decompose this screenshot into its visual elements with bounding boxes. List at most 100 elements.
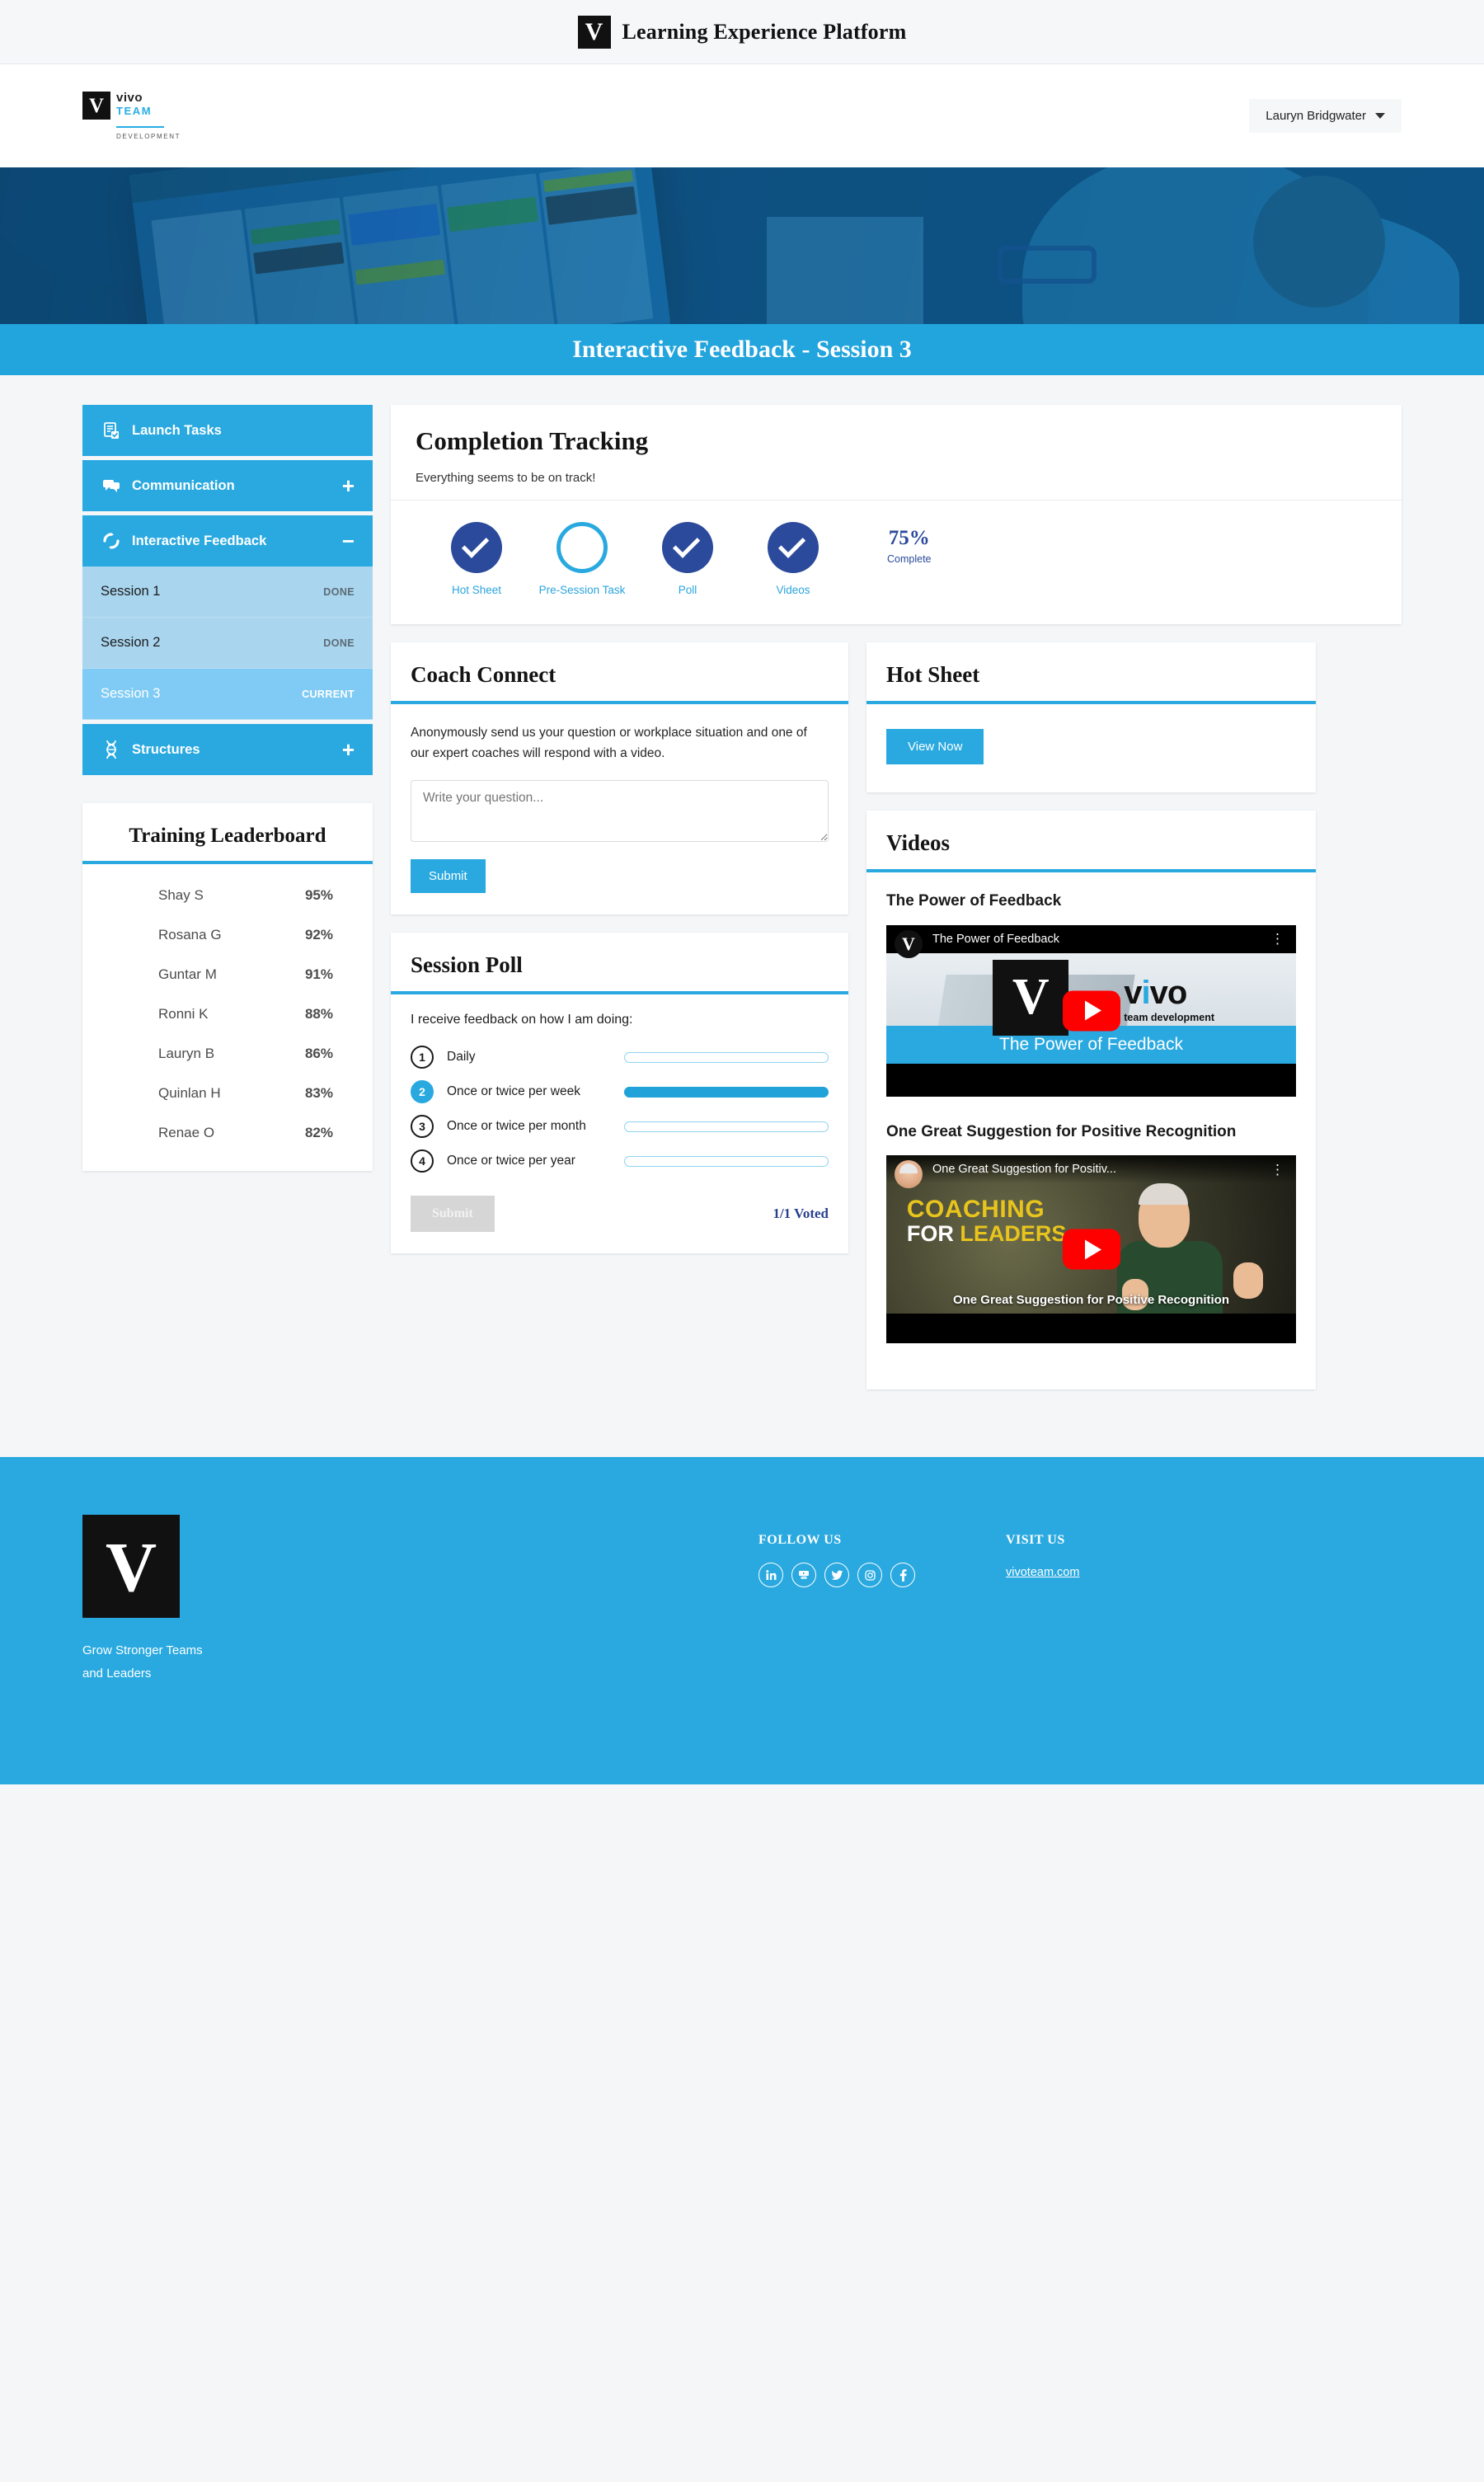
site-header: V vivo TEAM DEVELOPMENT Lauryn Bridgwate…	[0, 64, 1484, 167]
coach-connect-title: Coach Connect	[411, 662, 556, 687]
poll-option-bar	[624, 1121, 829, 1132]
list-item: Shay S 95%	[82, 876, 373, 915]
poll-option-label: Daily	[447, 1050, 476, 1065]
sidebar-toggle-sign: +	[341, 473, 355, 498]
poll-option-1[interactable]: 1 Daily	[411, 1046, 829, 1069]
overlay-line-2-yellow: LEADERS	[960, 1220, 1067, 1246]
completion-steps: Hot Sheet Pre-Session Task Poll Videos 7…	[391, 501, 1402, 624]
session-poll-card: Session Poll I receive feedback on how I…	[391, 933, 848, 1254]
facebook-icon[interactable]	[890, 1563, 915, 1588]
poll-option-bar	[624, 1086, 829, 1098]
footer-follow-column: FOLLOW US Tube	[758, 1515, 915, 1685]
empty-circle-icon	[556, 522, 608, 573]
coach-connect-submit-button[interactable]: Submit	[411, 859, 486, 894]
completion-step-hot-sheet[interactable]: Hot Sheet	[424, 522, 529, 596]
list-item: Lauryn B 86%	[82, 1034, 373, 1074]
site-footer: V Grow Stronger Teams and Leaders FOLLOW…	[0, 1457, 1484, 1784]
kebab-menu-icon[interactable]: ⋮	[1270, 932, 1284, 946]
poll-submit-button: Submit	[411, 1196, 495, 1233]
check-circle-icon	[451, 522, 502, 573]
hot-sheet-body: View Now	[866, 704, 1316, 792]
step-label: Hot Sheet	[451, 584, 502, 596]
footer-visit-column: VISIT US vivoteam.com	[1006, 1515, 1079, 1685]
list-item: Ronni K 88%	[82, 994, 373, 1034]
hot-sheet-view-now-button[interactable]: View Now	[886, 729, 984, 764]
youtube-play-icon[interactable]	[1062, 1229, 1120, 1270]
completion-header: Completion Tracking	[391, 405, 1402, 456]
sidebar-item-interactive-feedback[interactable]: Interactive Feedback −	[82, 515, 373, 566]
completion-percent-block: 75% Complete	[887, 522, 932, 565]
poll-voted-count: 1/1 Voted	[773, 1206, 829, 1222]
leaderboard-name: Rosana G	[158, 927, 222, 943]
sidebar-item-launch-tasks[interactable]: Launch Tasks	[82, 405, 373, 456]
middle-column: Coach Connect Anonymously send us your q…	[391, 642, 848, 1408]
sidebar-item-label: Structures	[132, 741, 200, 757]
leaderboard-rows: Shay S 95% Rosana G 92% Guntar M 91% Ron…	[82, 864, 373, 1171]
user-menu-button[interactable]: Lauryn Bridgwater	[1249, 99, 1402, 133]
footer-visit-title: VISIT US	[1006, 1533, 1065, 1548]
poll-option-4[interactable]: 4 Once or twice per year	[411, 1149, 829, 1173]
poll-option-2[interactable]: 2 Once or twice per week	[411, 1080, 829, 1104]
leaderboard-name: Shay S	[158, 887, 204, 903]
hot-sheet-header: Hot Sheet	[866, 642, 1316, 704]
user-name: Lauryn Bridgwater	[1266, 109, 1366, 123]
linkedin-icon[interactable]	[758, 1563, 783, 1588]
video-overlay-text: COACHING FOR LEADERS	[906, 1196, 1067, 1246]
videos-body: The Power of Feedback V vivo team develo…	[866, 872, 1316, 1389]
video-player-2[interactable]: COACHING FOR LEADERS One Great Suggestio…	[886, 1155, 1296, 1344]
vivo-brand-logo[interactable]: V vivo TEAM DEVELOPMENT	[82, 92, 181, 140]
completion-step-poll[interactable]: Poll	[635, 522, 740, 596]
leaderboard-name: Renae O	[158, 1125, 215, 1140]
list-item: Renae O 82%	[82, 1113, 373, 1153]
leaderboard-name: Quinlan H	[158, 1085, 221, 1101]
videos-card: Videos The Power of Feedback V vivo team…	[866, 811, 1316, 1390]
video-caption: The Power of Feedback	[999, 1034, 1183, 1054]
video-player-1[interactable]: V vivo team development The Power of Fee…	[886, 924, 1296, 1097]
sidebar-item-communication[interactable]: Communication +	[82, 460, 373, 511]
instagram-icon[interactable]	[857, 1563, 882, 1588]
sidebar-session-2[interactable]: Session 2 DONE	[82, 618, 373, 669]
kebab-menu-icon[interactable]: ⋮	[1270, 1163, 1284, 1177]
video-item-2: One Great Suggestion for Positive Recogn…	[886, 1121, 1296, 1344]
video-title-bar: The Power of Feedback ⋮	[886, 924, 1296, 953]
clipboard-check-icon	[101, 421, 122, 440]
youtube-play-icon[interactable]	[1062, 990, 1120, 1032]
coach-connect-body: Anonymously send us your question or wor…	[391, 704, 848, 914]
vivo-mark-in-video: V	[993, 959, 1069, 1036]
completion-tracking-card: Completion Tracking Everything seems to …	[391, 405, 1402, 624]
hot-sheet-card: Hot Sheet View Now	[866, 642, 1316, 792]
poll-option-number: 2	[411, 1080, 434, 1104]
footer-website-link[interactable]: vivoteam.com	[1006, 1566, 1079, 1579]
leaderboard-name: Ronni K	[158, 1006, 209, 1022]
completion-step-pre-session-task[interactable]: Pre-Session Task	[529, 522, 635, 596]
brand-team: TEAM	[116, 105, 153, 117]
vivo-logo-mark: V	[82, 92, 110, 120]
list-item: Quinlan H 83%	[82, 1074, 373, 1113]
social-links: Tube	[758, 1563, 915, 1588]
sidebar-session-1[interactable]: Session 1 DONE	[82, 566, 373, 618]
poll-option-label: Once or twice per month	[447, 1119, 586, 1134]
poll-option-bar	[624, 1155, 829, 1167]
youtube-icon[interactable]: Tube	[791, 1563, 816, 1588]
poll-option-number: 4	[411, 1149, 434, 1173]
completion-step-videos[interactable]: Videos	[740, 522, 846, 596]
footer-logo-mark: V	[82, 1515, 180, 1619]
footer-follow-title: FOLLOW US	[758, 1533, 842, 1548]
session-label: Session 1	[101, 584, 161, 599]
poll-option-3[interactable]: 3 Once or twice per month	[411, 1115, 829, 1139]
poll-footer: Submit 1/1 Voted	[411, 1196, 829, 1233]
sidebar-item-structures[interactable]: Structures +	[82, 724, 373, 775]
footer-tagline-line-2: and Leaders	[82, 1666, 152, 1681]
overlay-line-2-white: FOR	[906, 1220, 960, 1246]
coach-question-input[interactable]	[411, 780, 829, 843]
sidebar-session-3[interactable]: Session 3 CURRENT	[82, 669, 373, 720]
platform-logo-mark: V	[577, 15, 611, 49]
twitter-icon[interactable]	[824, 1563, 849, 1588]
session-status-badge: DONE	[323, 637, 355, 649]
right-column: Hot Sheet View Now Videos The Power of F…	[866, 642, 1316, 1408]
sidebar-item-label: Launch Tasks	[132, 422, 222, 438]
leaderboard-score: 91%	[304, 966, 333, 982]
leaderboard-name: Guntar M	[158, 966, 217, 982]
platform-title: Learning Experience Platform	[622, 19, 907, 44]
overlay-line-1: COACHING	[906, 1196, 1045, 1224]
